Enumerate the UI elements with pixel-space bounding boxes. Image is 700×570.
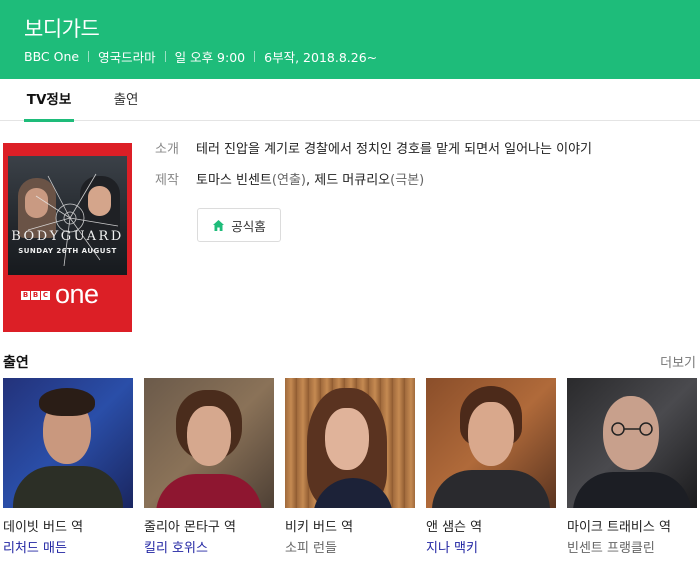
intro-label: 소개 [155,142,179,157]
photo-face [187,406,231,466]
staff-label: 제작 [155,173,179,188]
cast-card[interactable]: 데이빗 버드 역 리처드 매든 [3,378,133,556]
cast-role: 앤 샘슨 역 [426,520,483,535]
cast-card[interactable]: 비키 버드 역 소피 런들 [285,378,415,556]
writer-name[interactable]: 제드 머큐리오 [314,173,390,188]
photo-hair [39,388,95,416]
photo-face [468,402,514,466]
cast-photo[interactable] [144,378,274,508]
director-name[interactable]: 토마스 빈센트 [196,173,272,188]
photo-face [325,408,369,470]
writer-role: (극본) [390,173,425,188]
bbc-logo: B B C [21,291,50,300]
program-title[interactable]: 보디가드 [24,13,100,43]
staff-row: 제작 토마스 빈센트(연출), 제드 머큐리오(극본) [155,172,592,203]
cast-photo[interactable] [285,378,415,508]
meta-divider [88,51,90,62]
bbc-logo-letter: B [21,291,30,300]
more-link[interactable]: 더보기 [660,352,696,371]
bbc-logo-letter: B [31,291,40,300]
program-meta: BBC One 영국드라마 일 오후 9:00 6부작, 2018.8.26~ [24,47,377,66]
official-home-label: 공식홈 [231,218,266,234]
poster-date: SUNDAY 26TH AUGUST [18,247,117,255]
cast-card[interactable]: 앤 샘슨 역 지나 맥키 [426,378,556,556]
cast-actor[interactable]: 소피 런들 [285,537,415,556]
meta-channel: BBC One [24,49,80,64]
poster-photo [8,156,127,275]
meta-episodes: 6부작, 2018.8.26~ [264,50,378,65]
meta-airtime: 일 오후 9:00 [174,50,246,65]
cast-card[interactable]: 줄리아 몬타구 역 킬리 호위스 [144,378,274,556]
home-icon [213,219,225,231]
meta-genre: 영국드라마 [98,50,156,65]
channel-word: one [55,279,99,309]
cast-role: 데이빗 버드 역 [3,520,84,535]
cast-photo[interactable] [426,378,556,508]
intro-text: 테러 진압을 계기로 경찰에서 정치인 경호를 맡게 되면서 일어나는 이야기 [196,142,592,157]
glasses-icon [611,422,653,436]
cast-role: 비키 버드 역 [285,520,354,535]
bbc-logo-letter: C [41,291,50,300]
tab-tv-info[interactable]: TV정보 [24,79,74,122]
poster-title: BODYGUARD [11,229,124,244]
staff-separator: , [305,173,315,188]
cast-actor[interactable]: 리처드 매든 [3,537,133,556]
cast-role: 줄리아 몬타구 역 [144,520,236,535]
meta-divider [164,51,166,62]
poster-image[interactable]: BODYGUARD SUNDAY 26TH AUGUST B B C one [3,143,132,332]
meta-divider [254,51,256,62]
tab-cast[interactable]: 출연 [108,79,144,121]
cast-actor[interactable]: 지나 맥키 [426,537,556,556]
cast-section-title: 출연 [3,355,29,371]
program-header: 보디가드 BBC One 영국드라마 일 오후 9:00 6부작, 2018.8… [0,0,700,79]
director-role: (연출) [271,173,306,188]
cast-photo[interactable] [3,378,133,508]
cracked-glass-icon [27,173,119,267]
program-info: 소개 테러 진압을 계기로 경찰에서 정치인 경호를 맡게 되면서 일어나는 이… [155,141,592,203]
official-home-button[interactable]: 공식홈 [197,208,281,242]
cast-role: 마이크 트래비스 역 [567,520,671,535]
cast-actor[interactable]: 빈센트 프랭클린 [567,537,697,556]
cast-actor[interactable]: 킬리 호위스 [144,537,274,556]
intro-row: 소개 테러 진압을 계기로 경찰에서 정치인 경호를 맡게 되면서 일어나는 이… [155,141,592,172]
cast-card[interactable]: 마이크 트래비스 역 빈센트 프랭클린 [567,378,697,556]
tab-bar: TV정보 출연 [0,79,700,122]
staff-list: 토마스 빈센트(연출), 제드 머큐리오(극본) [196,172,424,203]
cast-photo[interactable] [567,378,697,508]
